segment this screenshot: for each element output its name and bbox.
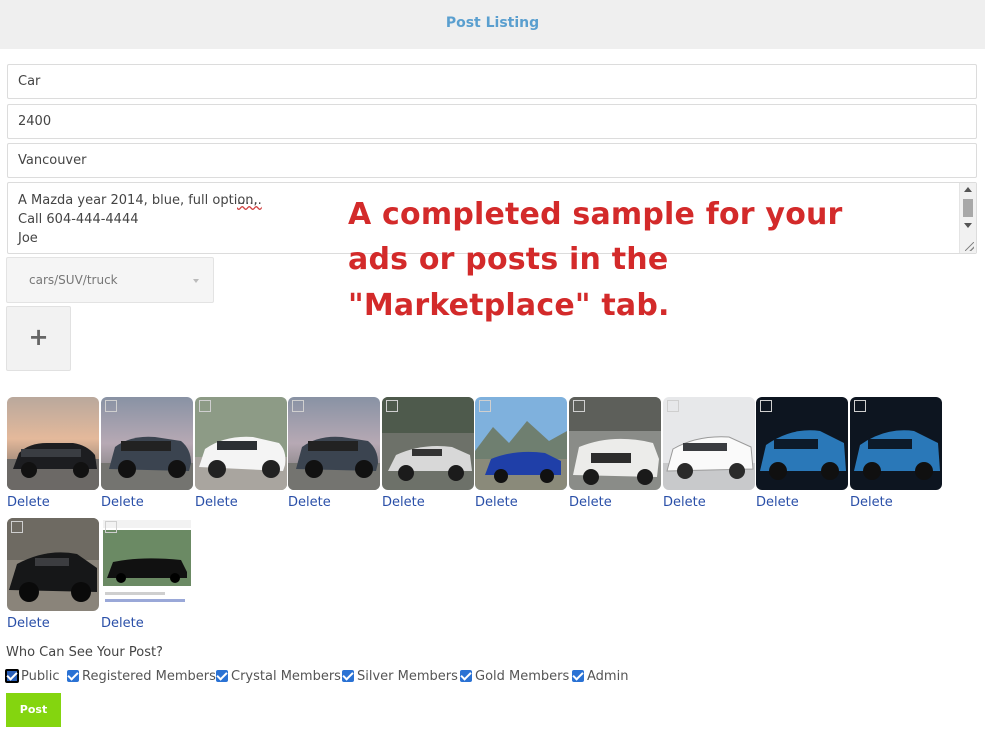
delete-photo-link[interactable]: Delete bbox=[7, 495, 50, 510]
photo-select-checkbox[interactable] bbox=[199, 400, 211, 412]
photo-thumbnail bbox=[101, 397, 193, 490]
delete-photo-link[interactable]: Delete bbox=[101, 616, 144, 631]
annotation-line-1: A completed sample for your bbox=[348, 197, 843, 232]
page-title: Post Listing bbox=[445, 15, 540, 31]
photo-thumbnail bbox=[7, 397, 99, 490]
gold-members-checkbox[interactable] bbox=[460, 670, 472, 682]
photo-thumbnail bbox=[475, 397, 567, 490]
scroll-down-icon[interactable] bbox=[964, 223, 972, 228]
option-label: Registered Members bbox=[82, 669, 216, 684]
chevron-down-icon bbox=[193, 279, 199, 283]
post-button[interactable]: Post bbox=[6, 693, 61, 727]
description-line-1: A Mazda year 2014, blue, full option, bbox=[18, 193, 262, 208]
photo-select-checkbox[interactable] bbox=[11, 521, 23, 533]
photo-thumbnail bbox=[288, 397, 380, 490]
option-label: Crystal Members bbox=[231, 669, 341, 684]
plus-icon: + bbox=[28, 323, 49, 351]
photo-select-checkbox[interactable] bbox=[854, 400, 866, 412]
delete-photo-link[interactable]: Delete bbox=[756, 495, 799, 510]
option-label: Admin bbox=[587, 669, 629, 684]
add-photo-button[interactable]: + bbox=[6, 306, 71, 371]
delete-photo-link[interactable]: Delete bbox=[288, 495, 331, 510]
crystal-members-checkbox[interactable] bbox=[216, 670, 228, 682]
delete-photo-link[interactable]: Delete bbox=[382, 495, 425, 510]
scroll-thumb[interactable] bbox=[963, 199, 973, 217]
admin-checkbox[interactable] bbox=[572, 670, 584, 682]
photo-thumbnail bbox=[850, 397, 942, 490]
photo-select-checkbox[interactable] bbox=[760, 400, 772, 412]
photo-thumbnail bbox=[101, 518, 193, 611]
photo-select-checkbox[interactable] bbox=[386, 400, 398, 412]
description-line-2: Call 604-444-4444 bbox=[18, 212, 139, 227]
photo-thumbnail bbox=[382, 397, 474, 490]
photo-select-checkbox[interactable] bbox=[667, 400, 679, 412]
description-line-3: Joe bbox=[18, 231, 38, 246]
photo-thumbnail bbox=[756, 397, 848, 490]
annotation-line-2: ads or posts in the bbox=[348, 242, 669, 277]
delete-photo-link[interactable]: Delete bbox=[569, 495, 612, 510]
spellcheck-mark: ...... bbox=[237, 193, 262, 208]
delete-photo-link[interactable]: Delete bbox=[475, 495, 518, 510]
photo-select-checkbox[interactable] bbox=[292, 400, 304, 412]
photo-thumbnail bbox=[663, 397, 755, 490]
visibility-label: Who Can See Your Post? bbox=[6, 645, 163, 660]
annotation-line-3: "Marketplace" tab. bbox=[348, 288, 670, 323]
car-photo-image bbox=[7, 397, 99, 490]
photo-select-checkbox[interactable] bbox=[479, 400, 491, 412]
price-input[interactable] bbox=[7, 104, 977, 139]
silver-members-checkbox[interactable] bbox=[342, 670, 354, 682]
header-bar: Post Listing bbox=[0, 0, 985, 49]
delete-photo-link[interactable]: Delete bbox=[7, 616, 50, 631]
delete-photo-link[interactable]: Delete bbox=[663, 495, 706, 510]
registered-members-checkbox[interactable] bbox=[67, 670, 79, 682]
delete-photo-link[interactable]: Delete bbox=[101, 495, 144, 510]
delete-photo-link[interactable]: Delete bbox=[850, 495, 893, 510]
resize-grip-icon[interactable] bbox=[965, 242, 974, 251]
photo-select-checkbox[interactable] bbox=[573, 400, 585, 412]
photo-thumbnail bbox=[195, 397, 287, 490]
category-selected-value: cars/SUV/truck bbox=[29, 273, 118, 287]
post-button-label: Post bbox=[19, 703, 48, 716]
delete-photo-link[interactable]: Delete bbox=[195, 495, 238, 510]
photo-select-checkbox[interactable] bbox=[105, 400, 117, 412]
location-input[interactable] bbox=[7, 143, 977, 178]
photo-thumbnail bbox=[7, 518, 99, 611]
photo-select-checkbox[interactable] bbox=[105, 521, 117, 533]
scroll-up-icon[interactable] bbox=[964, 187, 972, 192]
option-label: Public bbox=[21, 669, 60, 684]
category-select[interactable]: cars/SUV/truck bbox=[6, 257, 214, 303]
photo-thumbnail bbox=[569, 397, 661, 490]
public-checkbox[interactable] bbox=[5, 669, 19, 683]
title-input[interactable] bbox=[7, 64, 977, 99]
option-label: Silver Members bbox=[357, 669, 458, 684]
option-label: Gold Members bbox=[475, 669, 570, 684]
